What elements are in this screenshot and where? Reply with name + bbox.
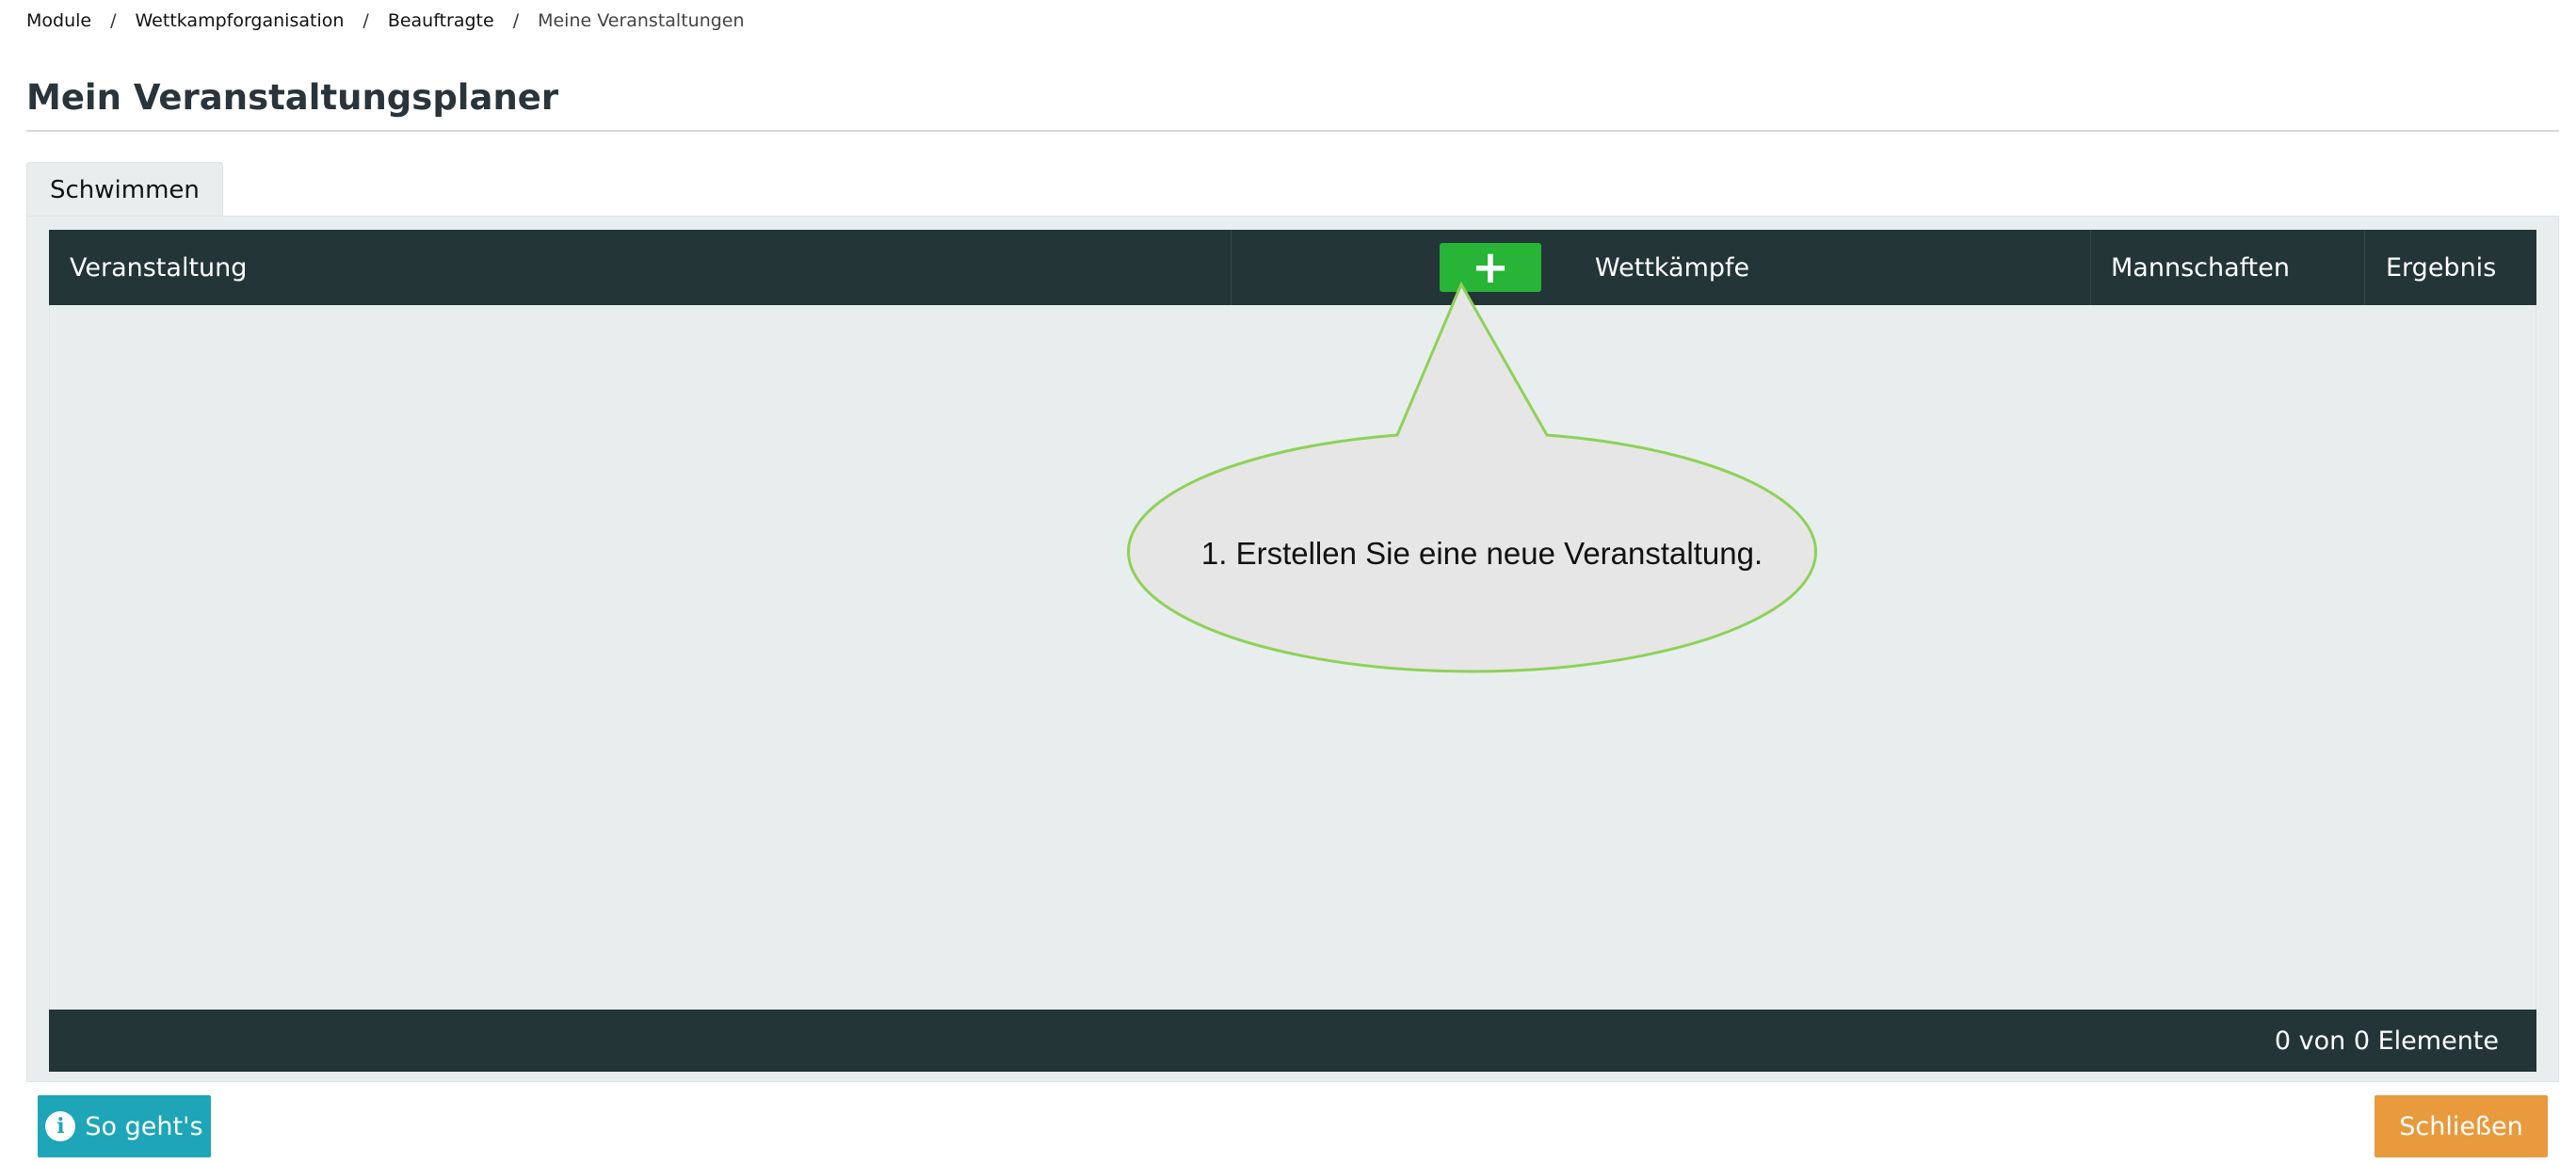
- close-button[interactable]: Schließen: [2375, 1095, 2548, 1157]
- callout-shape: [1127, 281, 1817, 673]
- how-it-works-button[interactable]: i So geht's: [38, 1095, 211, 1157]
- page: Module / Wettkampforganisation / Beauftr…: [0, 0, 2576, 1164]
- callout-bubble: [1127, 281, 1817, 673]
- how-it-works-label: So geht's: [85, 1111, 203, 1141]
- info-icon: i: [45, 1111, 76, 1141]
- callout-text: 1. Erstellen Sie eine neue Veranstaltung…: [1200, 536, 1763, 571]
